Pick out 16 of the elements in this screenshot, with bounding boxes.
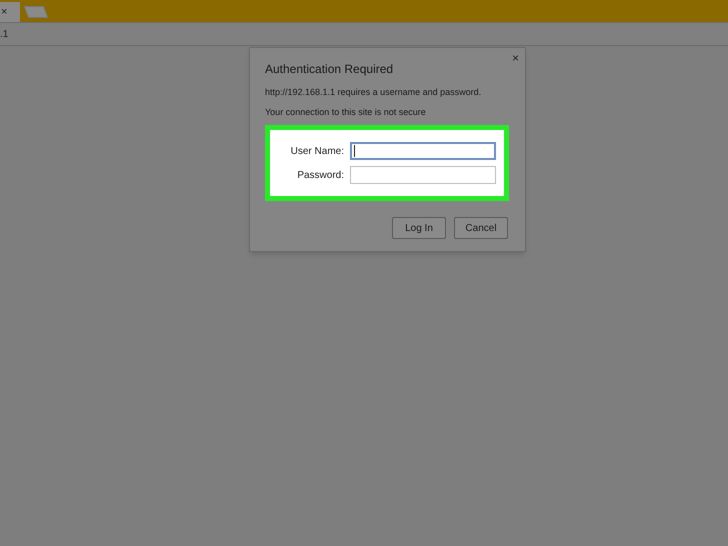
dialog-message: http://192.168.1.1 requires a username and password. <box>265 86 482 99</box>
new-tab-button[interactable] <box>24 6 48 18</box>
field-label: Password: <box>296 168 344 182</box>
close-button[interactable]: × <box>512 52 519 64</box>
input-field[interactable] <box>350 142 496 160</box>
browser-tab[interactable]: × <box>0 2 20 22</box>
dialog-button[interactable]: Cancel <box>454 217 508 239</box>
tab-close-button[interactable]: × <box>1 6 8 18</box>
input-field[interactable] <box>350 166 496 184</box>
dialog-button[interactable]: Log In <box>392 217 446 239</box>
dialog-title: Authentication Required <box>265 61 394 78</box>
text-cursor-icon <box>354 145 355 157</box>
address-bar[interactable]: .1 <box>0 22 728 46</box>
address-text: .1 <box>0 28 8 42</box>
field-label: User Name: <box>290 144 344 158</box>
security-warning: Your connection to this site is not secure <box>265 106 427 118</box>
